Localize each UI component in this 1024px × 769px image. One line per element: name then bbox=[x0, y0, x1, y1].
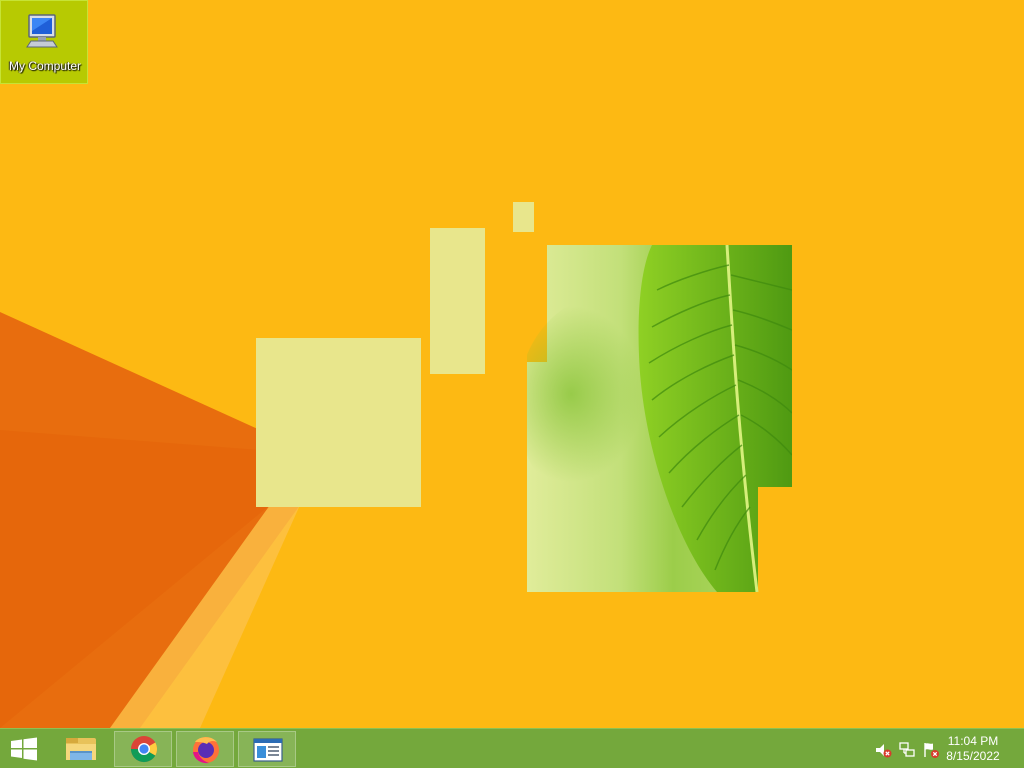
wallpaper-tile bbox=[256, 338, 421, 507]
wallpaper bbox=[0, 312, 300, 728]
clock-date: 8/15/2022 bbox=[946, 749, 1000, 763]
desktop: My Computer bbox=[0, 0, 1024, 728]
wallpaper-tile bbox=[430, 228, 485, 374]
desktop-icon-label: My Computer bbox=[8, 59, 82, 73]
volume-muted-icon[interactable] bbox=[874, 741, 892, 759]
leaf-photo-tile bbox=[527, 245, 792, 592]
taskbar-chrome-button[interactable] bbox=[114, 731, 172, 767]
computer-icon bbox=[26, 14, 58, 48]
clock-time: 11:04 PM bbox=[947, 734, 999, 748]
taskbar: 11:04 PM 8/15/2022 bbox=[0, 728, 1024, 768]
taskbar-firefox-button[interactable] bbox=[176, 731, 234, 767]
desktop-icon-my-computer[interactable]: My Computer bbox=[0, 0, 88, 84]
taskbar-window-button[interactable] bbox=[238, 731, 296, 767]
window-icon bbox=[253, 738, 283, 762]
system-tray: 11:04 PM 8/15/2022 bbox=[864, 729, 1024, 769]
windows-logo-icon bbox=[11, 737, 37, 761]
clock[interactable]: 11:04 PM 8/15/2022 bbox=[938, 734, 1008, 764]
chrome-icon bbox=[130, 736, 158, 763]
taskbar-file-explorer-button[interactable] bbox=[52, 731, 110, 767]
folder-icon bbox=[66, 738, 96, 760]
wallpaper-tile bbox=[513, 202, 534, 232]
firefox-icon bbox=[193, 737, 219, 764]
start-button[interactable] bbox=[0, 731, 48, 767]
network-icon[interactable] bbox=[898, 741, 916, 759]
